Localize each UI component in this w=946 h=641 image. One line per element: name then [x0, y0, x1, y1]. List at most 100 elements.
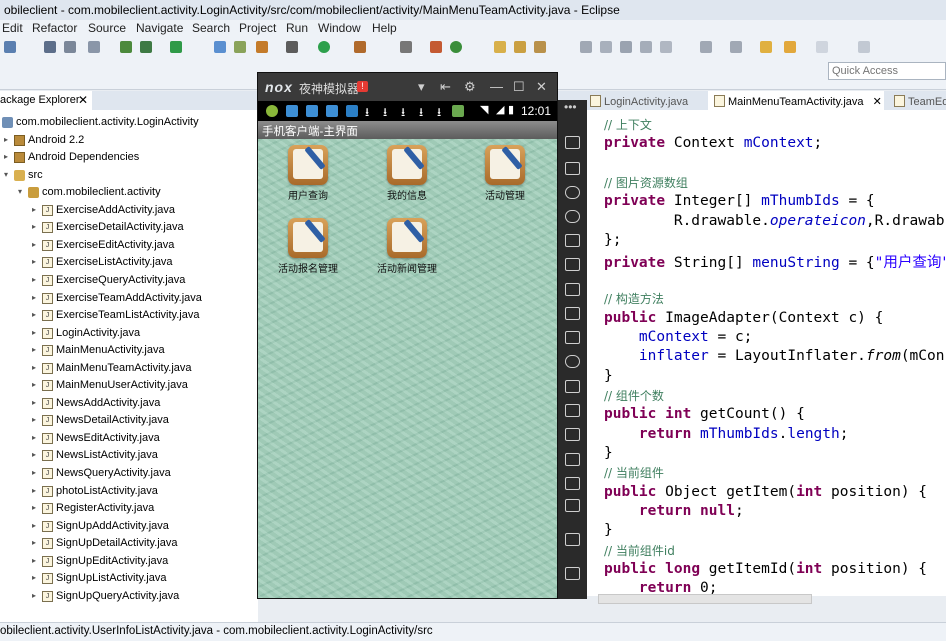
tab-login-activity[interactable]: LoginActivity.java — [586, 91, 704, 110]
menu-project[interactable]: Project — [239, 21, 276, 35]
tree-item[interactable]: ▸ J ExerciseListActivity.java — [0, 254, 258, 271]
record-icon[interactable] — [565, 380, 580, 393]
code-editor[interactable]: // 上下文 private Context mContext; // 图片资源数组… — [556, 110, 946, 596]
tree-item[interactable]: ▾ com.mobileclient.activity — [0, 184, 258, 201]
brush-icon[interactable] — [534, 41, 546, 53]
search-task-icon[interactable] — [256, 41, 268, 53]
tree-item[interactable]: ▸ J NewsEditActivity.java — [0, 430, 258, 447]
collapsed-arrow-icon[interactable]: ▸ — [32, 328, 40, 337]
tree-item[interactable]: ▸ Android 2.2 — [0, 132, 258, 149]
collapsed-arrow-icon[interactable]: ▸ — [32, 450, 40, 459]
android-sdk-icon[interactable] — [140, 41, 152, 53]
expanded-arrow-icon[interactable]: ▾ — [4, 170, 12, 179]
scissors-icon[interactable] — [565, 186, 580, 199]
app-label-news-manage[interactable]: 活动新闻管理 — [362, 260, 452, 275]
collapsed-arrow-icon[interactable]: ▸ — [32, 222, 40, 231]
menu-source[interactable]: Source — [88, 21, 126, 35]
tree-item[interactable]: ▸ J SignUpListActivity.java — [0, 570, 258, 587]
open-type-icon[interactable] — [214, 41, 226, 53]
external-tools-icon[interactable] — [354, 41, 366, 53]
tree-item[interactable]: ▸ Android Dependencies — [0, 149, 258, 166]
minimize-icon[interactable]: — — [490, 79, 503, 94]
phone-icon[interactable] — [565, 136, 580, 149]
tree-item[interactable]: ▸ J MainMenuActivity.java — [0, 342, 258, 359]
collapsed-arrow-icon[interactable]: ▸ — [32, 433, 40, 442]
volume-up-icon[interactable] — [565, 283, 580, 296]
my-info-app-icon[interactable] — [387, 145, 427, 185]
fullscreen-icon[interactable] — [565, 258, 580, 271]
pin-editor-icon[interactable] — [858, 41, 870, 53]
collapsed-arrow-icon[interactable]: ▸ — [32, 363, 40, 372]
collapsed-arrow-icon[interactable]: ▸ — [32, 345, 40, 354]
tree-item[interactable]: ▸ J ExerciseAddActivity.java — [0, 202, 258, 219]
tree-item[interactable]: ▸ JphotoListActivity.java — [0, 483, 258, 500]
tree-item[interactable]: ▸ J NewsAddActivity.java — [0, 395, 258, 412]
tree-item[interactable]: ▸ J ExerciseTeamListActivity.java — [0, 307, 258, 324]
new-java-package-icon[interactable] — [430, 41, 442, 53]
tree-item[interactable]: ▸ J MainMenuUserActivity.java — [0, 377, 258, 394]
tree-item[interactable]: ▸ J SignUpDetailActivity.java — [0, 535, 258, 552]
collapsed-arrow-icon[interactable]: ▸ — [32, 573, 40, 582]
pen-icon[interactable] — [400, 41, 412, 53]
close-icon[interactable]: ✕ — [536, 79, 547, 95]
collapsed-arrow-icon[interactable]: ▸ — [32, 591, 40, 600]
app-label-activity-manage[interactable]: 活动管理 — [460, 187, 550, 202]
activity-manage-app-icon[interactable] — [485, 145, 525, 185]
import-icon[interactable] — [120, 41, 132, 53]
shake-icon[interactable] — [565, 355, 580, 368]
pilcrow-icon[interactable] — [660, 41, 672, 53]
last-edit-icon[interactable] — [760, 41, 772, 53]
collapsed-arrow-icon[interactable]: ▸ — [32, 468, 40, 477]
new-icon[interactable] — [4, 41, 16, 53]
collapsed-arrow-icon[interactable]: ▸ — [32, 257, 40, 266]
collapsed-arrow-icon[interactable]: ▸ — [32, 275, 40, 284]
open-folder-icon[interactable] — [494, 41, 506, 53]
menu-refactor[interactable]: Refactor — [32, 21, 77, 35]
menu-run[interactable]: Run — [286, 21, 308, 35]
back-icon[interactable] — [784, 41, 796, 53]
apk-icon[interactable] — [565, 331, 580, 344]
new-class-icon[interactable] — [450, 41, 462, 53]
horizontal-scrollbar[interactable] — [598, 594, 812, 604]
menu-help[interactable]: Help — [372, 21, 397, 35]
collapsed-arrow-icon[interactable]: ▸ — [32, 415, 40, 424]
menu-navigate[interactable]: Navigate — [136, 21, 183, 35]
keyboard-icon[interactable] — [565, 234, 580, 247]
collapsed-arrow-icon[interactable]: ▸ — [32, 503, 40, 512]
collapsed-arrow-icon[interactable]: ▸ — [32, 205, 40, 214]
run-icon[interactable] — [318, 41, 330, 53]
maximize-icon[interactable]: ☐ — [513, 79, 525, 95]
close-icon[interactable]: ✕ — [78, 93, 88, 107]
annotation-icon[interactable] — [580, 41, 592, 53]
volume-down-icon[interactable] — [565, 307, 580, 320]
video-icon[interactable] — [565, 404, 580, 417]
more-icon[interactable]: ••• — [564, 100, 577, 114]
collapsed-arrow-icon[interactable]: ▸ — [32, 398, 40, 407]
tree-item[interactable]: ▸ J MainMenuTeamActivity.java — [0, 360, 258, 377]
toggle-mark-icon[interactable] — [600, 41, 612, 53]
location-icon[interactable] — [565, 210, 580, 223]
app-label-signup-manage[interactable]: 活动报名管理 — [263, 260, 353, 275]
debug-icon[interactable] — [286, 41, 298, 53]
collapsed-arrow-icon[interactable]: ▸ — [4, 135, 12, 144]
block-select-icon[interactable] — [620, 41, 632, 53]
expanded-arrow-icon[interactable]: ▾ — [18, 187, 26, 196]
collapsed-arrow-icon[interactable]: ▸ — [32, 538, 40, 547]
script-icon[interactable] — [565, 428, 580, 441]
tree-item[interactable]: ▸ J LoginActivity.java — [0, 325, 258, 342]
save-icon[interactable] — [44, 41, 56, 53]
screen-icon[interactable] — [565, 162, 580, 175]
tree-item[interactable]: ▾ src — [0, 167, 258, 184]
app-label-my-info[interactable]: 我的信息 — [362, 187, 452, 202]
collapsed-arrow-icon[interactable]: ▸ — [32, 380, 40, 389]
next-annotation-icon[interactable] — [700, 41, 712, 53]
tree-item[interactable]: ▸ J ExerciseDetailActivity.java — [0, 219, 258, 236]
tree-item[interactable]: ▸ J ExerciseEditActivity.java — [0, 237, 258, 254]
menu-edit[interactable]: Edit — [2, 21, 23, 35]
signup-manage-app-icon[interactable] — [288, 218, 328, 258]
prev-annotation-icon[interactable] — [730, 41, 742, 53]
save-all-icon[interactable] — [64, 41, 76, 53]
checkbox-icon[interactable] — [170, 41, 182, 53]
collapsed-arrow-icon[interactable]: ▸ — [32, 310, 40, 319]
pin-icon[interactable]: ⇤ — [440, 79, 451, 95]
